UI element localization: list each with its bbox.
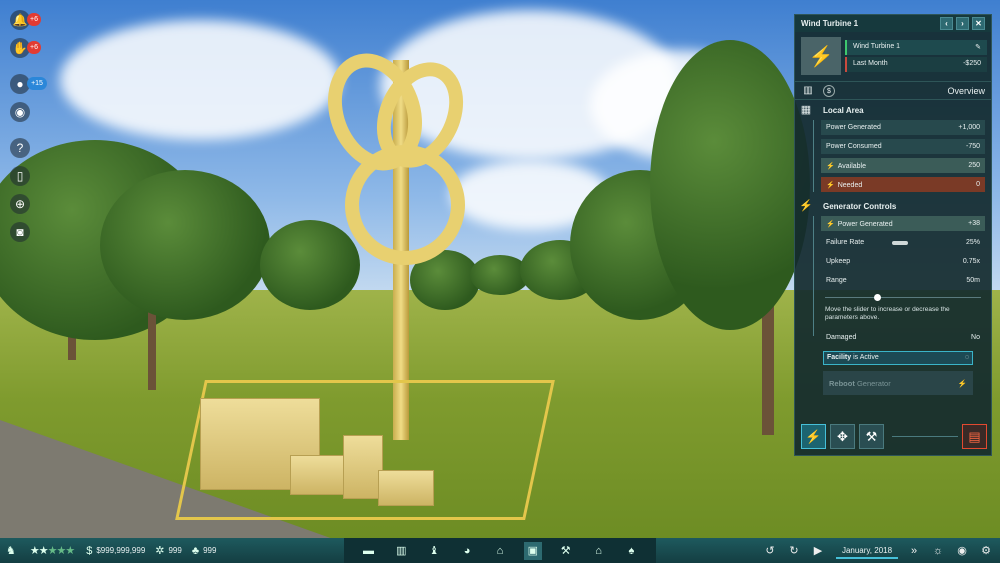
panel-footer: ⚡ ✥ ⚒ ▤ [801, 423, 987, 449]
bolt-icon: ⚡ [826, 181, 835, 189]
money-icon: $ [86, 544, 93, 557]
shop-icon[interactable]: ⌂ [590, 542, 608, 560]
tree [650, 40, 810, 330]
money-display[interactable]: $ $999,999,999 [86, 545, 145, 557]
stat1-display[interactable]: ✲ 999 [155, 544, 182, 557]
needed-row: ⚡ Needed 0 [821, 177, 985, 192]
range-row: Range 50m [826, 277, 980, 284]
generator-controls-section: ⚡ Generator Controls ⚡ Power Generated +38… [795, 196, 991, 345]
tree [260, 220, 360, 310]
slider-handle[interactable] [874, 294, 881, 301]
egg-icon[interactable]: ● +15 [10, 74, 47, 94]
available-row: ⚡ Available 250 [821, 158, 985, 173]
park-rating-stars[interactable]: ★★★★★ [30, 544, 75, 557]
panel-tabs: ▥ $ Overview [795, 82, 991, 100]
facility-status-toggle[interactable]: Facility is Active ◌ [823, 351, 973, 365]
eye-icon[interactable]: ◉ [10, 102, 30, 122]
undo-icon[interactable]: ↺ [762, 543, 778, 559]
palm-tree-icon[interactable]: ♠ [622, 542, 640, 560]
tree [100, 170, 270, 320]
stat2-display[interactable]: ♣ 999 [192, 545, 217, 557]
wind-turbine-icon: ⚡ [801, 37, 841, 75]
build-toolbar: ▬ ▥ ♝ ◕ ⌂ ▣ ⚒ ⌂ ♠ [344, 538, 656, 563]
research-icon: ✲ [155, 545, 165, 557]
globe-icon[interactable]: ⊕ [10, 194, 30, 214]
crate [290, 455, 350, 495]
control-cabinet [343, 435, 383, 499]
weather-icon[interactable]: ☼ [930, 543, 946, 559]
settings-icon[interactable]: ⚙ [978, 543, 994, 559]
notification-badge: +15 [27, 77, 47, 90]
redo-icon[interactable]: ↻ [786, 543, 802, 559]
book-icon[interactable]: ▥ [392, 542, 410, 560]
failure-rate-bar [892, 240, 909, 245]
tab-title: Overview [947, 85, 985, 96]
time-controls: ↺ ↻ ▶ January, 2018 » ☼ ◉ ⚙ [754, 538, 994, 563]
vehicle-icon[interactable]: ▬ [359, 542, 377, 560]
dinosaur-logo-icon[interactable]: ♞ [6, 544, 16, 557]
upkeep-row: Upkeep 0.75x [826, 258, 980, 265]
next-icon[interactable]: › [956, 17, 969, 30]
play-icon[interactable]: ▶ [810, 543, 826, 559]
move-icon[interactable]: ✥ [830, 423, 855, 449]
panel-titlebar: Wind Turbine 1 ‹ › ✕ [795, 15, 991, 32]
fast-forward-icon[interactable]: » [906, 543, 922, 559]
last-month-row: Last Month -$250 [845, 57, 987, 72]
panel-title: Wind Turbine 1 [801, 19, 859, 28]
local-area-section: ▦ Local Area Power Generated +1,000 Power… [795, 100, 991, 192]
damaged-row: Damaged No [826, 334, 980, 341]
edit-icon[interactable]: ✎ [975, 43, 981, 52]
status-spinner-icon: ◌ [964, 354, 969, 361]
dinosaur-icon[interactable]: ✋ +6 [10, 38, 41, 58]
power-generated-row: Power Generated +1,000 [821, 120, 985, 135]
power-building-icon[interactable]: ▣ [523, 541, 542, 560]
notification-badge: +6 [27, 13, 41, 26]
range-slider[interactable] [821, 292, 985, 304]
failure-rate-row: Failure Rate 25% [826, 239, 980, 246]
date-display: January, 2018 [836, 546, 898, 559]
hatchery-icon[interactable]: ◕ [458, 542, 476, 560]
bolt-icon: ⚡ [826, 220, 835, 228]
prev-icon[interactable]: ‹ [940, 17, 953, 30]
building-icon[interactable]: ⌂ [491, 542, 509, 560]
reboot-generator-button[interactable]: Reboot Generator ⚡ [823, 371, 973, 395]
bolt-icon: ⚡ [826, 162, 835, 170]
bottom-bar: ♞ ★★★★★ $ $999,999,999 ✲ 999 ♣ 999 ▬ ▥ ♝ ◕ … [0, 538, 1000, 563]
view-icon[interactable]: ◉ [954, 543, 970, 559]
slider-hint: Move the slider to increase or decrease … [825, 306, 950, 321]
section-title: Local Area [823, 106, 864, 115]
help-icon[interactable]: ? [10, 138, 30, 158]
gen-power-row: ⚡ Power Generated +38 [821, 216, 985, 231]
camera-icon[interactable]: ◙ [10, 222, 30, 242]
close-icon[interactable]: ✕ [972, 17, 985, 30]
stats-tab-icon[interactable]: ▥ [801, 84, 815, 98]
notification-badge: +6 [27, 41, 41, 54]
panel-header: ⚡ Wind Turbine 1 ✎ Last Month -$250 [795, 32, 991, 82]
tools-icon[interactable]: ⚒ [557, 542, 575, 560]
phone-icon[interactable]: ▯ [10, 166, 30, 186]
facility-name-field[interactable]: Wind Turbine 1 ✎ [845, 40, 987, 55]
facility-panel: Wind Turbine 1 ‹ › ✕ ⚡ Wind Turbine 1 ✎ … [794, 14, 992, 456]
facility-view-icon[interactable]: ⚡ [801, 423, 826, 449]
left-toolbar: 🔔 +6 ✋ +6 ● +15 ◉ ? ▯ ⊕ ◙ [8, 10, 48, 250]
repair-tools-icon[interactable]: ⚒ [859, 423, 884, 449]
demolish-icon[interactable]: ▤ [962, 423, 987, 449]
local-area-icon: ▦ [800, 104, 812, 116]
bolt-icon: ⚡ [957, 378, 967, 388]
battery-box [378, 470, 434, 506]
bell-icon[interactable]: 🔔 +6 [10, 10, 41, 30]
power-consumed-row: Power Consumed -750 [821, 139, 985, 154]
finance-tab-icon[interactable]: $ [823, 84, 835, 97]
dinosaur-icon[interactable]: ♝ [425, 542, 443, 560]
dinosaur-count-icon: ♣ [191, 544, 200, 557]
section-title: Generator Controls [823, 202, 897, 211]
bolt-icon: ⚡ [799, 200, 813, 212]
cloud [60, 20, 340, 140]
